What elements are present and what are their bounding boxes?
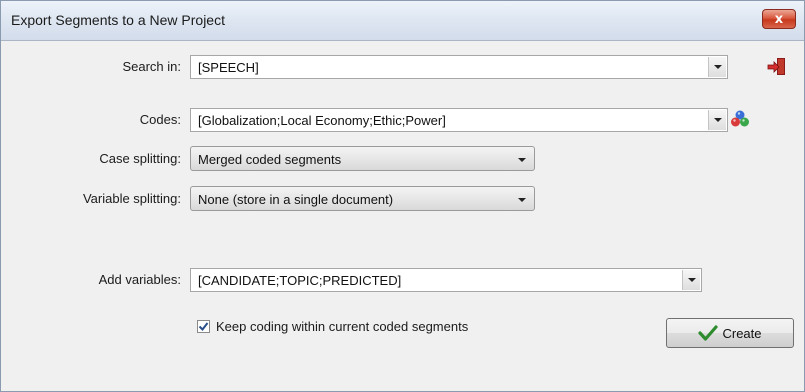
close-icon: x — [774, 11, 784, 27]
colored-balls-icon[interactable] — [729, 108, 751, 130]
keep-coding-label[interactable]: Keep coding within current coded segment… — [216, 319, 468, 334]
search-in-dropdown-button[interactable] — [708, 57, 726, 77]
create-button[interactable]: Create — [666, 318, 794, 348]
dialog-title: Export Segments to a New Project — [11, 12, 225, 28]
add-variables-combobox[interactable]: [CANDIDATE;TOPIC;PREDICTED] — [190, 268, 702, 292]
title-bar: Export Segments to a New Project x — [1, 1, 804, 41]
dialog-body: Search in: [SPEECH] Codes: [Globalizatio… — [1, 42, 804, 391]
chevron-down-icon — [687, 278, 696, 282]
keep-coding-checkbox[interactable] — [197, 320, 210, 333]
variable-splitting-label: Variable splitting: — [82, 191, 181, 206]
add-variables-value: [CANDIDATE;TOPIC;PREDICTED] — [198, 273, 402, 288]
checkbox-check-icon — [198, 322, 209, 332]
add-variables-label: Add variables: — [98, 272, 181, 287]
search-in-combobox[interactable]: [SPEECH] — [190, 55, 728, 79]
checkmark-icon — [698, 325, 719, 341]
variable-splitting-value: None (store in a single document) — [198, 192, 394, 207]
codes-value: [Globalization;Local Economy;Ethic;Power… — [198, 113, 446, 128]
create-button-label: Create — [722, 325, 762, 341]
case-splitting-value: Merged coded segments — [198, 152, 342, 167]
chevron-down-icon — [518, 198, 526, 202]
case-splitting-label: Case splitting: — [99, 151, 181, 166]
search-in-label: Search in: — [122, 59, 181, 74]
chevron-down-icon — [713, 65, 722, 69]
codes-label: Codes: — [139, 112, 181, 127]
add-variables-dropdown-button[interactable] — [682, 270, 700, 290]
chevron-down-icon — [518, 158, 526, 162]
codes-dropdown-button[interactable] — [708, 110, 726, 130]
search-in-value: [SPEECH] — [198, 60, 259, 75]
case-splitting-select[interactable]: Merged coded segments — [190, 146, 535, 171]
exit-door-icon[interactable] — [766, 56, 788, 78]
close-button[interactable]: x — [762, 9, 796, 29]
variable-splitting-select[interactable]: None (store in a single document) — [190, 186, 535, 211]
codes-combobox[interactable]: [Globalization;Local Economy;Ethic;Power… — [190, 108, 728, 132]
export-segments-dialog: Export Segments to a New Project x Searc… — [0, 0, 805, 392]
chevron-down-icon — [713, 118, 722, 122]
